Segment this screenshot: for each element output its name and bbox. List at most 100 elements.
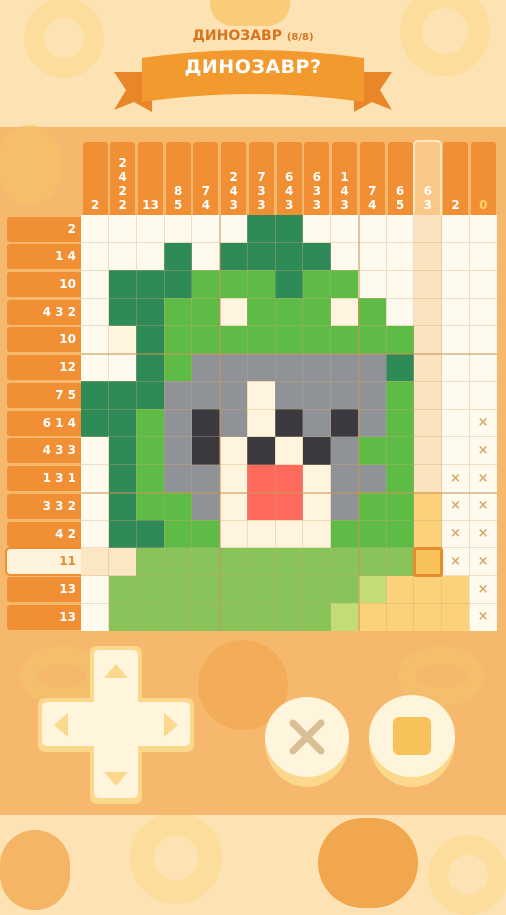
grid-cell[interactable] <box>191 215 220 243</box>
grid-cell[interactable] <box>247 242 276 271</box>
grid-cell[interactable] <box>441 603 470 631</box>
grid-cell[interactable] <box>219 325 248 354</box>
grid-cell[interactable] <box>330 270 359 299</box>
grid-cell[interactable] <box>413 325 442 354</box>
grid-cell[interactable] <box>164 492 192 521</box>
grid-cell[interactable] <box>247 353 276 382</box>
grid-cell[interactable] <box>302 242 331 271</box>
dpad-icon[interactable] <box>38 646 194 804</box>
grid-cell[interactable] <box>413 492 442 521</box>
grid-cell[interactable] <box>275 298 303 326</box>
grid-cell[interactable] <box>386 603 414 631</box>
grid-cell[interactable] <box>386 492 414 521</box>
grid-cell[interactable] <box>386 325 414 354</box>
grid-cell[interactable] <box>275 270 303 299</box>
fill-button[interactable] <box>369 695 455 787</box>
grid-cell[interactable] <box>358 298 387 326</box>
grid-cell[interactable] <box>136 298 165 326</box>
grid-cell[interactable] <box>469 353 497 382</box>
grid-cell[interactable] <box>108 270 137 299</box>
grid-cell[interactable] <box>275 547 303 576</box>
grid-cell[interactable] <box>358 381 387 410</box>
grid-cell[interactable] <box>164 409 192 437</box>
grid-cell[interactable] <box>469 242 497 271</box>
grid-cell[interactable] <box>164 464 192 493</box>
grid-cell[interactable] <box>302 520 331 548</box>
grid-cell[interactable] <box>108 381 137 410</box>
grid-cell[interactable] <box>247 603 276 631</box>
grid-cell[interactable] <box>386 215 414 243</box>
grid-cell[interactable] <box>330 298 359 326</box>
grid-cell[interactable] <box>191 464 220 493</box>
grid-cell[interactable] <box>164 547 192 576</box>
grid-cell[interactable] <box>302 547 331 576</box>
grid-cell[interactable] <box>302 270 331 299</box>
grid-cell[interactable] <box>358 575 387 604</box>
grid-cell[interactable] <box>108 353 137 382</box>
grid-cell[interactable] <box>302 436 331 465</box>
grid-cell[interactable] <box>275 409 303 437</box>
grid-cell[interactable] <box>275 520 303 548</box>
grid-cell[interactable] <box>136 242 165 271</box>
grid-cell[interactable] <box>330 492 359 521</box>
grid-cell[interactable] <box>247 492 276 521</box>
grid-cell[interactable] <box>81 436 109 465</box>
cross-button[interactable] <box>265 697 349 787</box>
grid-cell[interactable] <box>413 464 442 493</box>
grid-cell[interactable] <box>108 436 137 465</box>
grid-cell[interactable] <box>136 436 165 465</box>
grid-cell[interactable] <box>358 215 387 243</box>
grid-cell[interactable] <box>191 409 220 437</box>
grid-cell[interactable] <box>191 270 220 299</box>
grid-cell[interactable] <box>81 492 109 521</box>
grid-cell[interactable] <box>81 575 109 604</box>
grid-cell[interactable] <box>219 492 248 521</box>
grid-cell[interactable] <box>302 215 331 243</box>
nonogram-grid[interactable]: × × × × × × × × × × × × <box>81 215 497 631</box>
grid-cell[interactable] <box>386 298 414 326</box>
grid-cell[interactable] <box>164 242 192 271</box>
grid-cell[interactable] <box>108 325 137 354</box>
grid-cell[interactable] <box>136 464 165 493</box>
grid-cell[interactable] <box>108 242 137 271</box>
grid-cell[interactable] <box>136 381 165 410</box>
grid-cell[interactable] <box>191 381 220 410</box>
grid-cell[interactable] <box>413 575 442 604</box>
grid-cell[interactable] <box>219 436 248 465</box>
grid-cell[interactable] <box>219 270 248 299</box>
grid-cell[interactable] <box>330 353 359 382</box>
grid-cell[interactable] <box>191 436 220 465</box>
grid-cell[interactable] <box>302 409 331 437</box>
grid-cell[interactable] <box>413 242 442 271</box>
grid-cell[interactable] <box>358 436 387 465</box>
grid-cell[interactable] <box>330 520 359 548</box>
grid-cell[interactable] <box>441 353 470 382</box>
grid-cell[interactable] <box>136 603 165 631</box>
grid-cell[interactable] <box>330 409 359 437</box>
grid-cell[interactable] <box>108 492 137 521</box>
grid-cell[interactable] <box>108 215 137 243</box>
grid-cell[interactable] <box>191 242 220 271</box>
grid-cell[interactable] <box>469 215 497 243</box>
grid-cell[interactable] <box>302 353 331 382</box>
grid-cell[interactable] <box>358 325 387 354</box>
grid-cell[interactable] <box>81 353 109 382</box>
grid-cell[interactable] <box>441 436 470 465</box>
grid-cell[interactable] <box>275 325 303 354</box>
grid-cell[interactable] <box>386 409 414 437</box>
grid-cell[interactable] <box>247 547 276 576</box>
grid-cell[interactable] <box>302 492 331 521</box>
grid-cell[interactable] <box>219 242 248 271</box>
grid-cell[interactable] <box>413 215 442 243</box>
grid-cell[interactable] <box>413 603 442 631</box>
grid-cell[interactable] <box>247 409 276 437</box>
grid-cell[interactable] <box>191 353 220 382</box>
grid-cell[interactable] <box>302 325 331 354</box>
grid-cell[interactable] <box>441 325 470 354</box>
grid-cell[interactable] <box>302 575 331 604</box>
grid-cell[interactable] <box>441 575 470 604</box>
grid-cell[interactable] <box>219 547 248 576</box>
grid-cell[interactable] <box>358 270 387 299</box>
grid-cell[interactable] <box>164 520 192 548</box>
grid-cell[interactable] <box>358 547 387 576</box>
